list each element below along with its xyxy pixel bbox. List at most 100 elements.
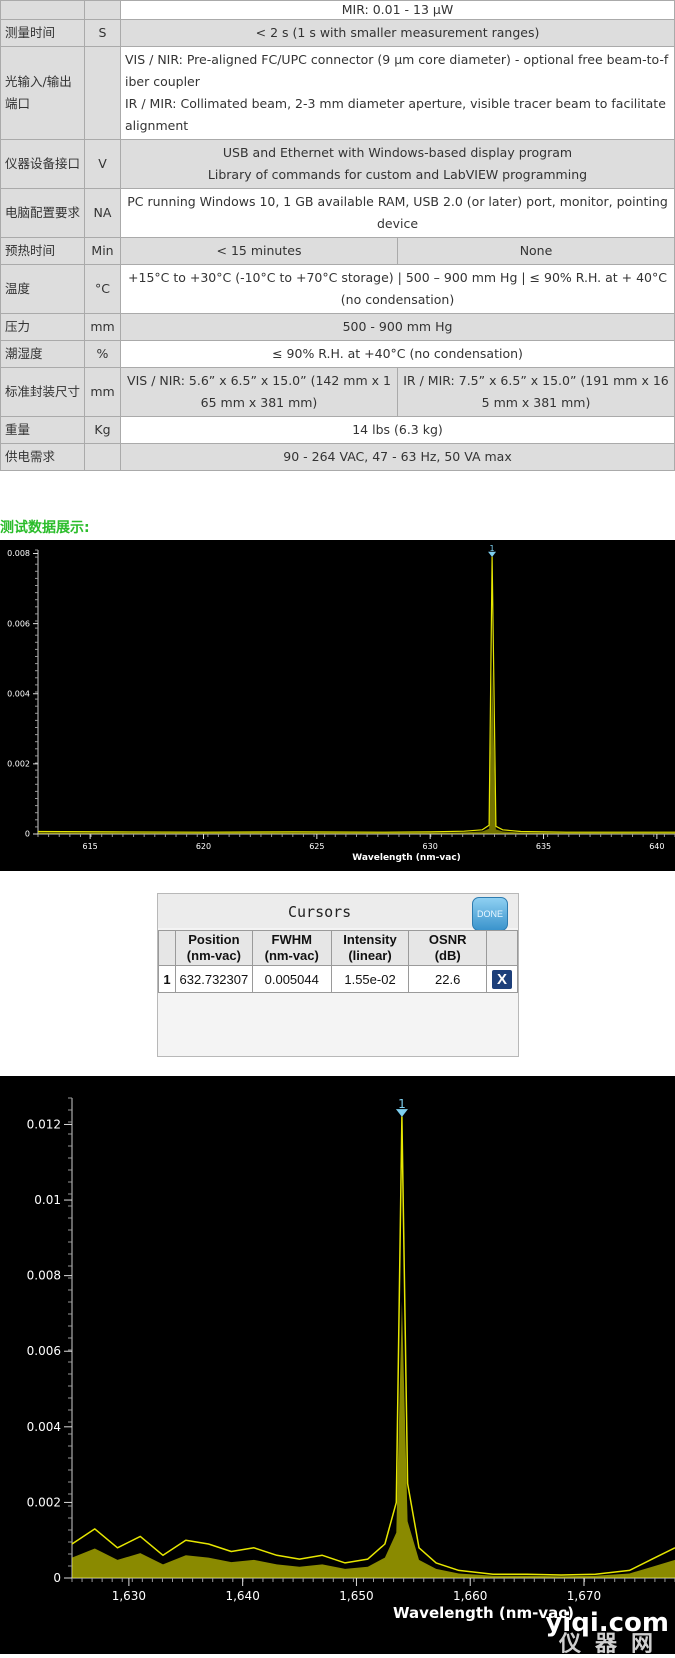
spec-value: < 2 s (1 s with smaller measurement rang… bbox=[120, 19, 675, 47]
spec-value-line: Library of commands for custom and LabVI… bbox=[207, 167, 588, 182]
spec-unit: NA bbox=[84, 188, 121, 238]
spec-unit: S bbox=[84, 19, 121, 47]
spec-name: 测量时间 bbox=[0, 19, 85, 47]
y-tick-label: 0.002 bbox=[7, 760, 30, 769]
x-tick-label: 640 bbox=[649, 842, 664, 851]
x-tick-label: 620 bbox=[196, 842, 211, 851]
cursors-table: Position (nm-vac) FWHM (nm-vac) Intensity(… bbox=[158, 930, 518, 993]
spec-name: 供电需求 bbox=[0, 443, 85, 471]
cursors-header-row: Position (nm-vac) FWHM (nm-vac) Intensity(… bbox=[158, 930, 518, 966]
cursor-row[interactable]: 1 632.732307 0.005044 1.55e-02 22.6 X bbox=[158, 965, 518, 993]
cursor-intensity: 1.55e-02 bbox=[330, 965, 410, 993]
spec-row-mir: MIR: 0.01 - 13 μW bbox=[0, 0, 675, 20]
spec-row-power: 供电需求 90 - 264 VAC, 47 - 63 Hz, 50 VA max bbox=[0, 443, 675, 471]
spec-row-interface: 仪器设备接口 V USB and Ethernet with Windows-b… bbox=[0, 139, 675, 189]
x-tick-label: 615 bbox=[82, 842, 97, 851]
spec-name: 仪器设备接口 bbox=[0, 139, 85, 189]
header-line: (nm-vac) bbox=[186, 948, 241, 963]
cursor-fwhm: 0.005044 bbox=[251, 965, 332, 993]
spec-value-line: USB and Ethernet with Windows-based disp… bbox=[222, 145, 573, 160]
x-tick-label: 1,640 bbox=[225, 1589, 259, 1603]
spectrum-chart-2: 0 0.002 0.004 0.006 0.008 0.01 0.012 1,630 1,640… bbox=[0, 1076, 675, 1657]
spec-unit: mm bbox=[84, 313, 121, 341]
spec-row-dimensions: 标准封装尺寸 mm VIS / NIR: 5.6” x 6.5” x 15.0”… bbox=[0, 367, 675, 417]
y-tick-label: 0.008 bbox=[7, 549, 30, 558]
header-line: (dB) bbox=[434, 948, 461, 963]
spec-row-weight: 重量 Kg 14 lbs (6.3 kg) bbox=[0, 416, 675, 444]
cursors-panel: Cursors DONE Position (nm-vac) FWHM (nm-va… bbox=[157, 893, 519, 1057]
x-tick-label: 635 bbox=[536, 842, 551, 851]
spec-name: 光输入/输出端口 bbox=[0, 46, 85, 140]
spec-value: < 15 minutes bbox=[120, 237, 398, 265]
spec-name: 标准封装尺寸 bbox=[0, 367, 85, 417]
delete-cursor-cell: X bbox=[486, 965, 518, 993]
spec-row-pressure: 压力 mm 500 - 900 mm Hg bbox=[0, 313, 675, 341]
x-tick-label: 1,670 bbox=[567, 1589, 601, 1603]
x-tick-label: 630 bbox=[423, 842, 438, 851]
spec-value-line: VIS / NIR: Pre-aligned FC/UPC connector … bbox=[125, 52, 669, 89]
y-tick-label: 0.004 bbox=[27, 1420, 61, 1434]
spec-row-measure-time: 测量时间 S < 2 s (1 s with smaller measureme… bbox=[0, 19, 675, 47]
y-tick-label: 0.004 bbox=[7, 689, 30, 698]
done-button[interactable]: DONE bbox=[472, 897, 508, 931]
cursor-marker-label: 1 bbox=[398, 1097, 406, 1111]
spec-unit bbox=[84, 46, 121, 140]
column-header-osnr: OSNR (dB) bbox=[408, 930, 488, 966]
spec-row-optical-io: 光输入/输出端口 VIS / NIR: Pre-aligned FC/UPC c… bbox=[0, 46, 675, 140]
header-line: (nm-vac) bbox=[264, 948, 319, 963]
y-tick-label: 0 bbox=[53, 1571, 61, 1585]
spec-unit bbox=[84, 0, 121, 20]
spec-value: MIR: 0.01 - 13 μW bbox=[120, 0, 675, 20]
spec-unit: Min bbox=[84, 237, 121, 265]
column-header-intensity: Intensity (linear) bbox=[330, 930, 410, 966]
spec-value: VIS / NIR: Pre-aligned FC/UPC connector … bbox=[120, 46, 675, 140]
spectrum-line bbox=[71, 1116, 675, 1576]
cursors-title: Cursors bbox=[288, 903, 352, 921]
watermark-cn: 仪器网 bbox=[558, 1632, 667, 1657]
spec-value: ≤ 90% R.H. at +40°C (no condensation) bbox=[120, 340, 675, 368]
x-tick-label: 1,660 bbox=[453, 1589, 487, 1603]
spec-value: None bbox=[397, 237, 675, 265]
spec-value: 500 - 900 mm Hg bbox=[120, 313, 675, 341]
cursor-row-index: 1 bbox=[158, 965, 176, 993]
spec-unit: % bbox=[84, 340, 121, 368]
cursor-marker-label: 1 bbox=[490, 544, 495, 553]
column-header-fwhm: FWHM (nm-vac) bbox=[251, 930, 332, 966]
x-tick-label: 625 bbox=[309, 842, 324, 851]
spec-name: 预热时间 bbox=[0, 237, 85, 265]
column-header-position: Position (nm-vac) bbox=[174, 930, 253, 966]
y-tick-label: 0.002 bbox=[27, 1495, 61, 1509]
spec-unit: °C bbox=[84, 264, 121, 314]
x-tick-label: 1,630 bbox=[112, 1589, 146, 1603]
spec-name: 重量 bbox=[0, 416, 85, 444]
spec-table: MIR: 0.01 - 13 μW 测量时间 S < 2 s (1 s with… bbox=[0, 0, 675, 471]
delete-cursor-button[interactable]: X bbox=[492, 969, 512, 989]
header-line: FWHM bbox=[271, 932, 312, 947]
cursors-header: Cursors DONE bbox=[158, 894, 518, 931]
y-tick-label: 0.012 bbox=[27, 1117, 61, 1131]
spec-value: 90 - 264 VAC, 47 - 63 Hz, 50 VA max bbox=[120, 443, 675, 471]
spec-value: 14 lbs (6.3 kg) bbox=[120, 416, 675, 444]
spec-unit bbox=[84, 443, 121, 471]
y-tick-label: 0.006 bbox=[7, 619, 30, 628]
spec-unit: Kg bbox=[84, 416, 121, 444]
spec-row-warmup: 预热时间 Min < 15 minutes None bbox=[0, 237, 675, 265]
delete-column-header bbox=[486, 930, 518, 966]
spectrum-chart-1-svg: 0 0.002 0.004 0.006 0.008 615 620 625 630 635 640 W… bbox=[7, 544, 675, 863]
spec-name: 潮湿度 bbox=[0, 340, 85, 368]
cursor-osnr: 22.6 bbox=[408, 965, 488, 993]
row-index-header bbox=[158, 930, 176, 966]
header-line: (linear) bbox=[348, 948, 392, 963]
y-tick-label: 0.006 bbox=[27, 1344, 61, 1358]
cursor-position: 632.732307 bbox=[174, 965, 253, 993]
spec-value: IR / MIR: 7.5” x 6.5” x 15.0” (191 mm x … bbox=[397, 367, 675, 417]
section-title: 测试数据展示: bbox=[0, 520, 90, 536]
spec-value: USB and Ethernet with Windows-based disp… bbox=[120, 139, 675, 189]
spec-unit: mm bbox=[84, 367, 121, 417]
spec-row-pc-requirements: 电脑配置要求 NA PC running Windows 10, 1 GB av… bbox=[0, 188, 675, 238]
y-tick-label: 0 bbox=[25, 830, 30, 839]
spec-value: VIS / NIR: 5.6” x 6.5” x 15.0” (142 mm x… bbox=[120, 367, 398, 417]
spec-name: 温度 bbox=[0, 264, 85, 314]
spec-row-humidity: 潮湿度 % ≤ 90% R.H. at +40°C (no condensati… bbox=[0, 340, 675, 368]
spec-value: +15°C to +30°C (-10°C to +70°C storage) … bbox=[120, 264, 675, 314]
